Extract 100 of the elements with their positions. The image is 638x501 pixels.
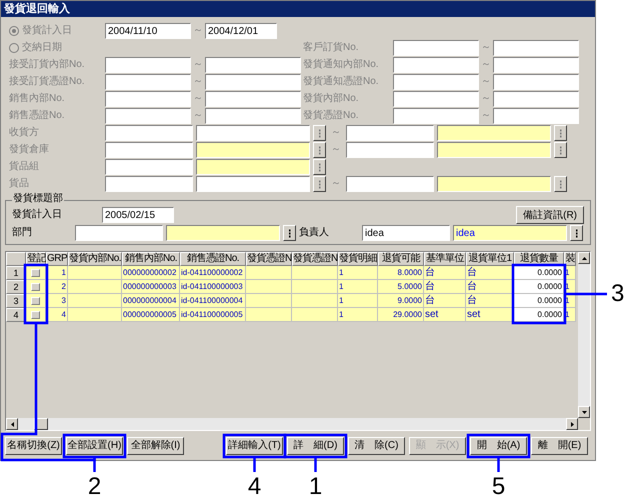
text-field[interactable]: [493, 108, 579, 124]
field-label: 發貨通知內部No.: [302, 58, 380, 72]
text-field[interactable]: [493, 74, 579, 90]
lookup-button[interactable]: [554, 125, 567, 141]
scroll-left-button[interactable]: [6, 418, 18, 430]
row-header[interactable]: 1: [6, 266, 26, 280]
text-field[interactable]: [105, 176, 193, 192]
checkbox[interactable]: [31, 310, 40, 318]
action-button[interactable]: 全部解除(I): [127, 437, 184, 455]
text-field[interactable]: [346, 142, 434, 158]
text-field[interactable]: [105, 159, 193, 175]
callout-marker: [466, 434, 530, 472]
lookup-button[interactable]: [313, 176, 326, 192]
table-cell: [68, 280, 122, 294]
text-field[interactable]: [105, 125, 193, 141]
text-field[interactable]: [105, 57, 191, 73]
field-label: 接受訂貨內部No.: [9, 58, 86, 72]
column-header[interactable]: 退貨單位1: [466, 252, 514, 266]
checkbox[interactable]: [31, 268, 40, 276]
text-field[interactable]: 2005/02/15: [102, 207, 174, 223]
column-header[interactable]: 發貨憑證N: [246, 252, 292, 266]
row-header[interactable]: 3: [6, 294, 26, 308]
row-header[interactable]: 4: [6, 308, 26, 322]
column-header[interactable]: 基準單位: [424, 252, 466, 266]
text-field[interactable]: [493, 40, 579, 56]
column-header[interactable]: 裝: [564, 252, 576, 266]
tilde-separator: ～: [480, 109, 492, 123]
lookup-button[interactable]: [283, 225, 296, 241]
text-field[interactable]: [105, 108, 191, 124]
lookup-button[interactable]: [313, 142, 326, 158]
callout-number: 1: [308, 475, 322, 499]
table-cell: [246, 308, 292, 322]
action-button[interactable]: 離 開(E): [531, 437, 588, 455]
text-field[interactable]: [393, 74, 479, 90]
column-header[interactable]: 銷售內部No.: [122, 252, 180, 266]
table-cell: [292, 266, 338, 280]
text-field[interactable]: [393, 108, 479, 124]
text-field[interactable]: [346, 176, 434, 192]
column-header[interactable]: 發貨憑證N: [292, 252, 338, 266]
text-field[interactable]: [105, 74, 191, 90]
action-button[interactable]: 詳 細(D): [287, 437, 344, 455]
action-button[interactable]: 全部設置(H): [66, 437, 123, 455]
text-field[interactable]: [493, 57, 579, 73]
table-cell: 1: [338, 266, 378, 280]
column-header[interactable]: 發貨內部No.: [68, 252, 122, 266]
text-field[interactable]: idea: [362, 225, 450, 241]
tilde-separator: ～: [192, 58, 204, 72]
text-field[interactable]: [346, 125, 434, 141]
note-button[interactable]: 備註資訊(R): [516, 206, 584, 224]
text-field[interactable]: [205, 57, 301, 73]
action-button[interactable]: 名稱切換(Z): [5, 437, 62, 455]
field-label: 發貨內部No.: [302, 92, 360, 106]
table-cell: 台: [466, 280, 514, 294]
column-header[interactable]: 發貨明細: [338, 252, 378, 266]
up-arrow-icon: [582, 256, 586, 260]
table-cell: [292, 280, 338, 294]
lookup-button[interactable]: [554, 142, 567, 158]
text-field[interactable]: [166, 225, 280, 241]
text-field[interactable]: [393, 57, 479, 73]
scroll-down-button[interactable]: [578, 406, 590, 418]
text-field[interactable]: [105, 91, 191, 107]
text-field[interactable]: idea: [453, 225, 567, 241]
lookup-button[interactable]: [554, 176, 567, 192]
tilde-separator: ～: [480, 41, 492, 55]
table-cell[interactable]: 0.0000: [514, 280, 564, 294]
lookup-button[interactable]: [570, 225, 583, 241]
table-cell: 1: [338, 308, 378, 322]
lookup-button[interactable]: [313, 125, 326, 141]
table-cell[interactable]: 0.0000: [514, 308, 564, 322]
table-cell: [246, 280, 292, 294]
vertical-scrollbar[interactable]: [578, 252, 590, 418]
text-field[interactable]: [205, 74, 301, 90]
field-label: 負責人: [299, 226, 330, 240]
table-cell: 5.0000: [378, 280, 424, 294]
checkbox[interactable]: [31, 282, 40, 290]
text-field[interactable]: [75, 225, 163, 241]
column-header[interactable]: 銷售憑證No.: [180, 252, 246, 266]
row-header[interactable]: 2: [6, 280, 26, 294]
text-field[interactable]: [493, 91, 579, 107]
text-field[interactable]: [105, 142, 193, 158]
table-cell: [68, 308, 122, 322]
text-field[interactable]: [393, 91, 479, 107]
column-header[interactable]: 退貨可能: [378, 252, 424, 266]
horizontal-scrollbar[interactable]: [6, 418, 578, 430]
action-button[interactable]: 詳細輸入(T): [226, 437, 283, 455]
column-header[interactable]: GRP: [46, 252, 68, 266]
table-cell: 000000000005: [122, 308, 180, 322]
text-field[interactable]: [205, 108, 301, 124]
table-cell[interactable]: 0.0000: [514, 294, 564, 308]
scroll-up-button[interactable]: [578, 252, 590, 264]
action-button[interactable]: 開 始(A): [470, 437, 527, 455]
tilde-separator: ～: [330, 126, 342, 140]
action-button[interactable]: 清 除(C): [348, 437, 405, 455]
lookup-button[interactable]: [313, 159, 326, 175]
checkbox[interactable]: [31, 296, 40, 304]
table-cell: [246, 266, 292, 280]
text-field[interactable]: [393, 40, 479, 56]
scroll-right-button[interactable]: [566, 418, 578, 430]
text-field[interactable]: [205, 91, 301, 107]
table-cell[interactable]: 0.0000: [514, 266, 564, 280]
